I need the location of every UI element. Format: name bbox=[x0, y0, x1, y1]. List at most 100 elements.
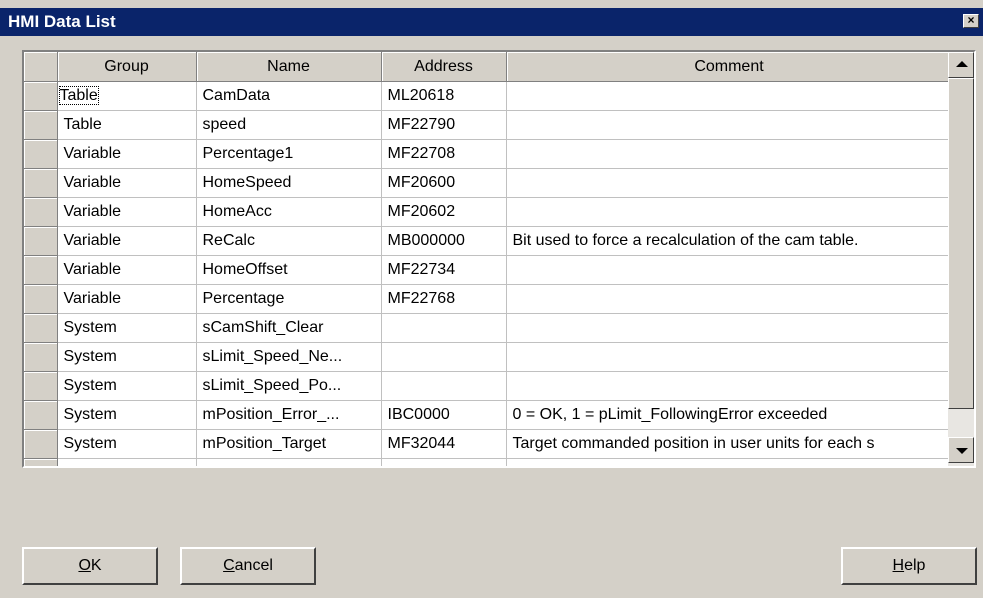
row-header[interactable] bbox=[24, 371, 58, 401]
table-row[interactable]: Variable ReCalc MB000000 Bit used to force … bbox=[24, 226, 953, 256]
table-row[interactable]: System sCamShift_Clear bbox=[24, 313, 953, 343]
row-header[interactable] bbox=[24, 139, 58, 169]
cell-address[interactable]: MF22734 bbox=[381, 255, 507, 285]
empty-cell bbox=[506, 458, 953, 466]
ok-button[interactable]: OK bbox=[22, 547, 158, 585]
cell-comment[interactable] bbox=[506, 139, 953, 169]
cell-comment[interactable]: 0 = OK, 1 = pLimit_FollowingError exceed… bbox=[506, 400, 953, 430]
close-icon[interactable]: × bbox=[963, 14, 979, 28]
row-header[interactable] bbox=[24, 429, 58, 459]
cell-address[interactable] bbox=[381, 313, 507, 343]
cell-name[interactable]: sCamShift_Clear bbox=[196, 313, 382, 343]
cell-comment[interactable] bbox=[506, 342, 953, 372]
cell-address[interactable]: MB000000 bbox=[381, 226, 507, 256]
row-header[interactable] bbox=[24, 81, 58, 111]
cancel-button[interactable]: Cancel bbox=[180, 547, 316, 585]
cell-name[interactable]: HomeSpeed bbox=[196, 168, 382, 198]
column-header-name[interactable]: Name bbox=[196, 52, 382, 82]
cell-group[interactable]: Variable bbox=[57, 139, 197, 169]
row-header[interactable] bbox=[24, 110, 58, 140]
row-header[interactable] bbox=[24, 284, 58, 314]
empty-cell bbox=[381, 458, 507, 466]
row-header[interactable] bbox=[24, 342, 58, 372]
cell-address[interactable]: ML20618 bbox=[381, 81, 507, 111]
grid-body: Table CamData ML20618 Table speed MF22790 Vari… bbox=[24, 81, 953, 466]
cell-group[interactable]: System bbox=[57, 429, 197, 459]
column-header-comment[interactable]: Comment bbox=[506, 52, 953, 82]
cell-comment[interactable] bbox=[506, 81, 953, 111]
cell-group[interactable]: System bbox=[57, 400, 197, 430]
cell-name[interactable]: ReCalc bbox=[196, 226, 382, 256]
cell-comment[interactable] bbox=[506, 313, 953, 343]
row-header[interactable] bbox=[24, 400, 58, 430]
cell-address[interactable] bbox=[381, 342, 507, 372]
table-row[interactable]: System mPosition_Target MF32044 Target comm… bbox=[24, 429, 953, 459]
table-row[interactable]: Table CamData ML20618 bbox=[24, 81, 953, 111]
scroll-up-button[interactable] bbox=[948, 52, 974, 78]
cell-group[interactable]: Variable bbox=[57, 284, 197, 314]
cell-group[interactable]: Variable bbox=[57, 226, 197, 256]
table-row[interactable]: Variable HomeAcc MF20602 bbox=[24, 197, 953, 227]
cell-address[interactable]: MF32044 bbox=[381, 429, 507, 459]
scroll-down-button[interactable] bbox=[948, 437, 974, 463]
vertical-scrollbar[interactable] bbox=[948, 52, 974, 466]
data-grid[interactable]: Group Name Address Comment Table CamData M… bbox=[22, 50, 976, 468]
cell-group[interactable]: Variable bbox=[57, 255, 197, 285]
table-row[interactable]: System sLimit_Speed_Ne... bbox=[24, 342, 953, 372]
table-row-empty bbox=[24, 458, 953, 466]
scroll-thumb[interactable] bbox=[948, 78, 974, 409]
table-row[interactable]: Table speed MF22790 bbox=[24, 110, 953, 140]
row-header[interactable] bbox=[24, 226, 58, 256]
cell-name[interactable]: Percentage1 bbox=[196, 139, 382, 169]
cell-address[interactable]: MF20600 bbox=[381, 168, 507, 198]
cell-name[interactable]: Percentage bbox=[196, 284, 382, 314]
cell-address[interactable]: MF22768 bbox=[381, 284, 507, 314]
help-button[interactable]: Help bbox=[841, 547, 977, 585]
cell-group[interactable]: Variable bbox=[57, 168, 197, 198]
table-row[interactable]: Variable HomeOffset MF22734 bbox=[24, 255, 953, 285]
cell-group[interactable]: System bbox=[57, 342, 197, 372]
cell-comment[interactable]: Bit used to force a recalculation of the… bbox=[506, 226, 953, 256]
cell-name[interactable]: mPosition_Error_... bbox=[196, 400, 382, 430]
cell-address[interactable] bbox=[381, 371, 507, 401]
table-row[interactable]: System mPosition_Error_... IBC0000 0 = OK, … bbox=[24, 400, 953, 430]
cell-name[interactable]: CamData bbox=[196, 81, 382, 111]
cell-group[interactable]: System bbox=[57, 371, 197, 401]
cell-comment[interactable] bbox=[506, 284, 953, 314]
cell-name[interactable]: HomeAcc bbox=[196, 197, 382, 227]
cell-comment[interactable] bbox=[506, 197, 953, 227]
cell-group[interactable]: System bbox=[57, 313, 197, 343]
hmi-data-list-dialog: HMI Data List × Group Name Address Comme… bbox=[0, 0, 983, 598]
row-header[interactable] bbox=[24, 313, 58, 343]
cell-address[interactable]: MF22790 bbox=[381, 110, 507, 140]
cell-text: Table bbox=[58, 86, 99, 105]
window-title: HMI Data List bbox=[8, 12, 116, 31]
table-row[interactable]: Variable HomeSpeed MF20600 bbox=[24, 168, 953, 198]
cell-address[interactable]: IBC0000 bbox=[381, 400, 507, 430]
cell-comment[interactable] bbox=[506, 255, 953, 285]
cell-comment[interactable] bbox=[506, 168, 953, 198]
cell-comment[interactable] bbox=[506, 110, 953, 140]
cell-group[interactable]: Table bbox=[57, 110, 197, 140]
cell-name[interactable]: mPosition_Target bbox=[196, 429, 382, 459]
cell-comment[interactable] bbox=[506, 371, 953, 401]
cell-address[interactable]: MF22708 bbox=[381, 139, 507, 169]
empty-cell bbox=[196, 458, 382, 466]
cell-name[interactable]: speed bbox=[196, 110, 382, 140]
column-header-address[interactable]: Address bbox=[381, 52, 507, 82]
cell-comment[interactable]: Target commanded position in user units … bbox=[506, 429, 953, 459]
row-header[interactable] bbox=[24, 168, 58, 198]
table-row[interactable]: Variable Percentage1 MF22708 bbox=[24, 139, 953, 169]
cell-name[interactable]: sLimit_Speed_Po... bbox=[196, 371, 382, 401]
table-row[interactable]: Variable Percentage MF22768 bbox=[24, 284, 953, 314]
cell-name[interactable]: HomeOffset bbox=[196, 255, 382, 285]
row-header-corner bbox=[24, 52, 58, 82]
row-header[interactable] bbox=[24, 255, 58, 285]
row-header[interactable] bbox=[24, 197, 58, 227]
cell-group[interactable]: Variable bbox=[57, 197, 197, 227]
cell-address[interactable]: MF20602 bbox=[381, 197, 507, 227]
column-header-group[interactable]: Group bbox=[57, 52, 197, 82]
cell-name[interactable]: sLimit_Speed_Ne... bbox=[196, 342, 382, 372]
cell-group[interactable]: Table bbox=[57, 81, 197, 111]
table-row[interactable]: System sLimit_Speed_Po... bbox=[24, 371, 953, 401]
